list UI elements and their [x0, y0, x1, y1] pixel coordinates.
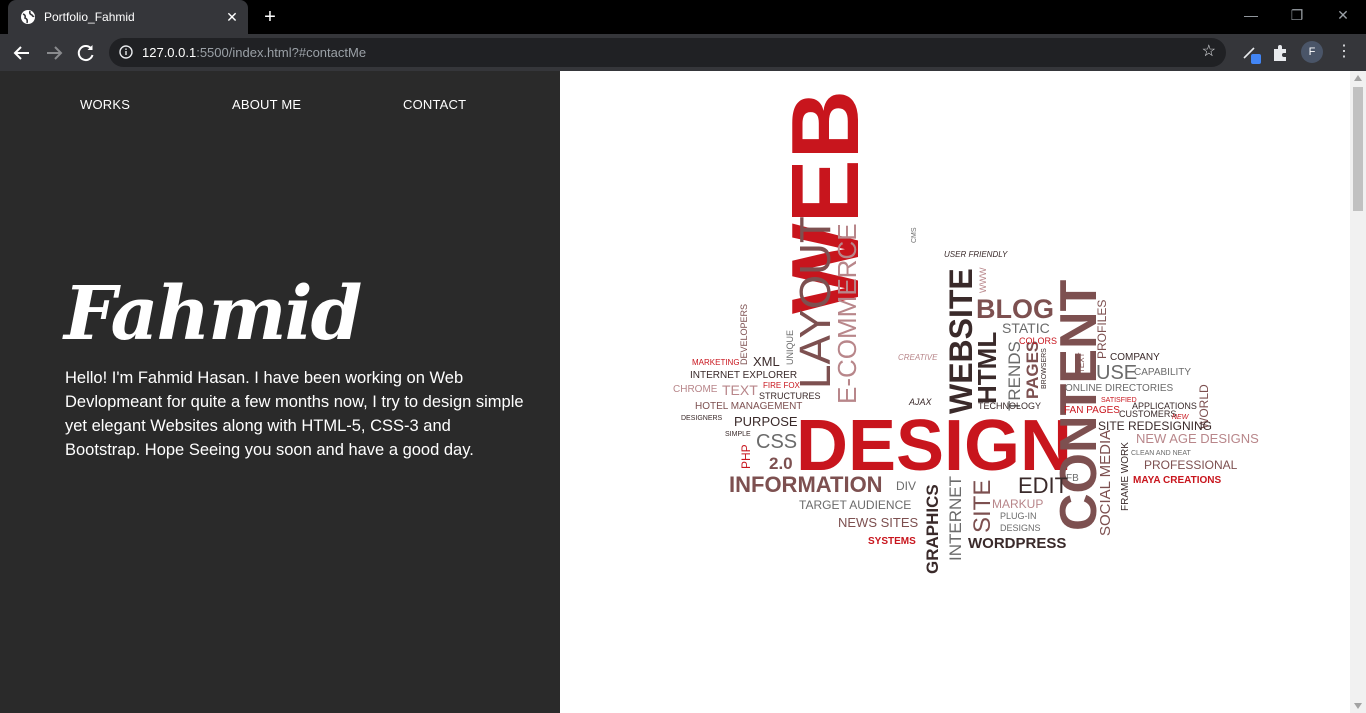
cloud-word: DEVELOPERS	[739, 304, 749, 365]
cloud-word: TEXT	[722, 382, 758, 398]
nav-about-link[interactable]: ABOUT ME	[232, 97, 301, 113]
cloud-word: HOTEL MANAGEMENT	[695, 401, 802, 412]
cloud-word: 2.0	[769, 454, 793, 473]
forward-arrow-icon	[47, 46, 63, 60]
nav-works-link[interactable]: WORKS	[80, 97, 130, 113]
scrollbar-thumb[interactable]	[1353, 87, 1363, 211]
cloud-word: PHP	[739, 444, 753, 469]
cloud-word: MARKUP	[992, 497, 1043, 511]
forward-button[interactable]	[40, 39, 68, 67]
cloud-word: DESIGNS	[1000, 523, 1041, 533]
cloud-word: CUSTOMERS	[1119, 409, 1176, 419]
cloud-word: CHROME	[673, 384, 718, 395]
cloud-word: MARKETING	[692, 358, 740, 367]
cloud-word: COLORS	[1019, 336, 1057, 346]
cloud-word: STATIC	[1002, 320, 1050, 336]
cloud-word: FRAME WORK	[1120, 442, 1131, 511]
cloud-word: DESIGNERS	[681, 415, 723, 422]
restore-button[interactable]: ❐	[1274, 0, 1320, 30]
cloud-word: E-COMMERCE	[832, 223, 862, 404]
cloud-word: NEW AGE DESIGNS	[1136, 431, 1259, 446]
minimize-button[interactable]: —	[1228, 0, 1274, 30]
cloud-word: WORDPRESS	[968, 535, 1066, 552]
tab-title: Portfolio_Fahmid	[44, 10, 135, 24]
cloud-word: TARGET AUDIENCE	[799, 498, 911, 512]
cloud-word: CAPABILITY	[1134, 367, 1191, 378]
cloud-word: XML	[753, 354, 780, 369]
cloud-word: CSS	[756, 431, 797, 453]
url-text: 127.0.0.1:5500/index.html?#contactMe	[142, 45, 366, 61]
address-bar[interactable]: 127.0.0.1:5500/index.html?#contactMe ☆	[109, 38, 1226, 67]
cloud-word: SOCIAL MEDIA	[1097, 430, 1114, 536]
bookmark-star-icon[interactable]: ☆	[1202, 43, 1216, 61]
cloud-word: PURPOSE	[734, 414, 798, 429]
hero-panel: WORKS ABOUT ME CONTACT Fahmid Hello! I'm…	[0, 71, 560, 713]
cloud-word: EDIT	[1018, 473, 1068, 498]
cloud-word: TEXT	[1077, 352, 1086, 373]
reload-button[interactable]	[72, 39, 100, 67]
scroll-up-icon[interactable]	[1354, 75, 1362, 81]
extensions-puzzle-icon[interactable]	[1268, 41, 1292, 65]
cloud-word: INTERNET	[946, 476, 965, 561]
cloud-word: USE	[1096, 362, 1137, 384]
url-path: :5500/index.html?#contactMe	[196, 45, 367, 60]
close-window-button[interactable]: ✕	[1320, 0, 1366, 30]
url-host: 127.0.0.1	[142, 45, 197, 60]
cloud-word: CMS	[911, 227, 918, 243]
globe-icon	[20, 9, 36, 25]
tab-strip: Portfolio_Fahmid ✕ + — ❐ ✕	[0, 0, 1366, 34]
cloud-word: STRUCTURES	[759, 391, 821, 401]
page-scrollbar[interactable]	[1350, 71, 1366, 713]
back-arrow-icon	[13, 46, 29, 60]
extension-pen-icon[interactable]	[1239, 41, 1263, 65]
cloud-word: PLUG-IN	[1000, 511, 1037, 521]
cloud-word: INTERNET EXPLORER	[690, 370, 797, 381]
cloud-word: FIRE FOX	[763, 381, 801, 390]
info-icon[interactable]	[119, 45, 133, 59]
cloud-word: NEWS SITES	[838, 515, 919, 530]
cloud-word: TECHNOLOGY	[978, 401, 1041, 411]
cloud-word: SYSTEMS	[868, 536, 916, 547]
cloud-word: ONLINE DIRECTORIES	[1065, 383, 1173, 394]
kebab-menu-icon[interactable]: ⋮	[1334, 40, 1354, 64]
cloud-word: SITE	[969, 480, 996, 533]
new-tab-button[interactable]: +	[258, 6, 282, 28]
profile-avatar[interactable]: F	[1301, 41, 1323, 63]
cloud-word: PROFESSIONAL	[1144, 458, 1238, 472]
cloud-word: UNIQUE	[785, 330, 795, 365]
tab-active[interactable]: Portfolio_Fahmid ✕	[8, 0, 248, 34]
cloud-word: MAYA CREATIONS	[1133, 475, 1221, 486]
word-cloud-image: WEBDESIGNLAYOUTE-COMMERCE WEBSITE CONTENTB…	[673, 90, 1259, 574]
cloud-word: USER FRIENDLY	[944, 250, 1008, 259]
cloud-word: CLEAN AND NEAT	[1131, 450, 1191, 457]
cloud-word: GRAPHICS	[923, 484, 942, 574]
word-cloud-panel: WEB DESIGN LAYOUT E-COMMERCE WEBSITE CONTENT B…	[560, 71, 1350, 713]
cloud-word: BROWSERS	[1041, 348, 1048, 389]
tab-close-icon[interactable]: ✕	[222, 7, 242, 27]
cloud-word: WWW	[978, 267, 988, 293]
cloud-word: INFORMATION	[729, 472, 883, 497]
cloud-word: CREATIVE	[898, 353, 938, 362]
reload-icon	[77, 45, 94, 62]
cloud-word: FAN PAGES	[1064, 405, 1120, 416]
cloud-word: PAGES	[1023, 341, 1042, 399]
cloud-word: SIMPLE	[725, 431, 751, 438]
nav-contact-link[interactable]: CONTACT	[403, 97, 466, 113]
cloud-word: HTML	[972, 332, 1002, 404]
cloud-word: AJAX	[908, 397, 933, 407]
browser-toolbar: 127.0.0.1:5500/index.html?#contactMe ☆	[0, 34, 1366, 71]
cloud-word: PROFILES	[1095, 300, 1109, 359]
scroll-down-icon[interactable]	[1354, 703, 1362, 709]
back-button[interactable]	[8, 39, 36, 67]
hero-bio: Hello! I'm Fahmid Hasan. I have been wor…	[65, 369, 524, 459]
cloud-word: DIV	[896, 479, 916, 493]
hero-name: Fahmid	[64, 271, 362, 357]
